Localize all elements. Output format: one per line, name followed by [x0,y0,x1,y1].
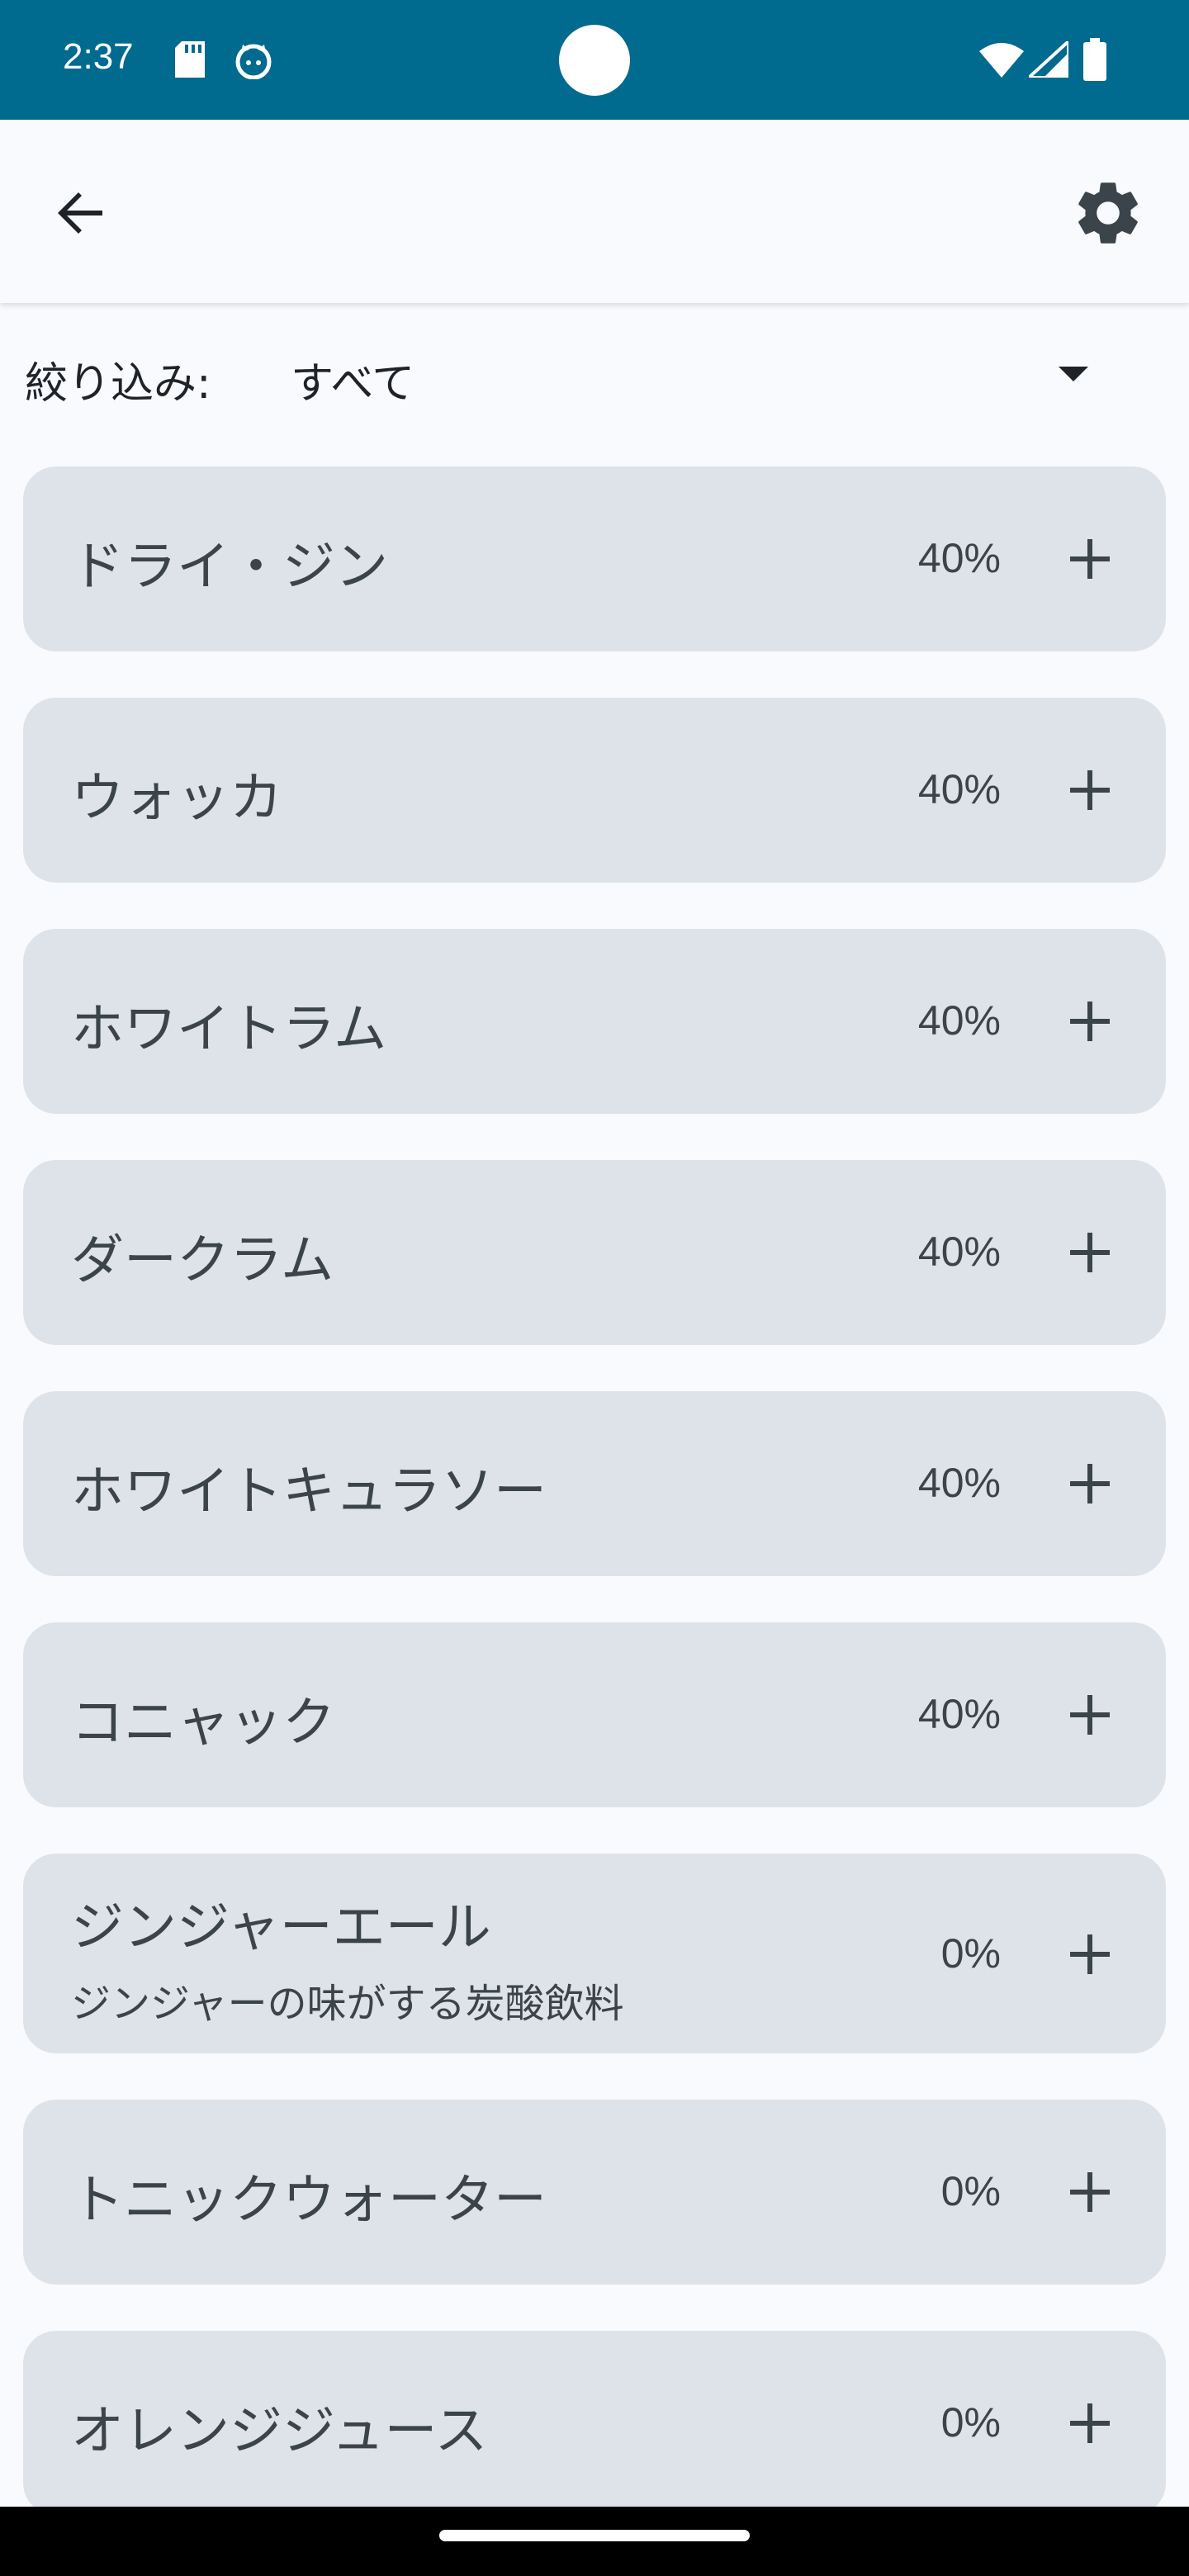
ingredient-name: ウォッカ [71,768,282,829]
ingredient-abv: 40% [917,766,1001,812]
ingredient-card[interactable]: ジンジャーエール ジンジャーの味がする炭酸飲料 0% [23,1854,1166,2053]
sd-card-icon [175,41,205,81]
add-button[interactable] [1060,992,1120,1051]
ingredient-description: ジンジャーの味がする炭酸飲料 [71,1981,624,2027]
ingredient-name: コニャック [71,1693,335,1754]
navigation-bar [0,2507,1189,2576]
battery-icon [1083,38,1106,84]
filter-selected-value[interactable]: すべて [291,348,414,410]
plus-icon [1070,1002,1110,1041]
plus-icon [1070,2403,1110,2443]
gear-icon [1078,182,1138,244]
plus-icon [1070,770,1110,810]
status-time: 2:37 [63,36,134,77]
plus-icon [1070,1233,1110,1272]
ingredient-abv: 0% [940,2168,1001,2214]
ingredient-card[interactable]: ダークラム 40% [23,1160,1166,1345]
plus-icon [1070,1695,1110,1735]
ingredient-name: ダークラム [71,1230,334,1291]
camera-cutout [559,25,630,96]
add-button[interactable] [1060,1454,1120,1513]
plus-icon [1070,539,1110,579]
cat-icon [234,41,272,83]
ingredient-abv: 0% [940,2399,1001,2446]
ingredient-abv: 0% [940,1930,1001,1977]
ingredient-name: ジンジャーエール [71,1897,491,1958]
signal-icon [1024,37,1070,81]
ingredient-abv: 40% [917,1691,1001,1737]
ingredient-name: トニックウォーター [71,2170,547,2231]
add-button[interactable] [1060,2162,1120,2222]
ingredient-card[interactable]: ホワイトキュラソー 40% [23,1391,1166,1576]
add-button[interactable] [1060,1685,1120,1745]
home-gesture-handle[interactable] [439,2530,750,2541]
ingredient-card[interactable]: ドライ・ジン 40% [23,466,1166,651]
add-button[interactable] [1060,2394,1120,2453]
settings-button[interactable] [1070,175,1146,251]
filter-label: 絞り込み: [25,359,211,409]
wifi-icon [979,43,1024,81]
back-button[interactable] [43,175,119,251]
filter-row[interactable]: 絞り込み: すべて [0,330,1189,421]
add-button[interactable] [1060,1925,1120,1984]
arrow-left-icon [58,192,102,234]
ingredient-name: ホワイトキュラソー [71,1461,547,1522]
add-button[interactable] [1060,1223,1120,1282]
ingredient-card[interactable]: ホワイトラム 40% [23,929,1166,1114]
ingredient-card[interactable]: ウォッカ 40% [23,698,1166,883]
status-bar: 2:37 [0,0,1189,120]
ingredient-abv: 40% [917,535,1001,581]
plus-icon [1070,1934,1110,1974]
plus-icon [1070,1464,1110,1503]
app-bar [0,120,1189,303]
ingredient-name: ホワイトラム [71,999,387,1060]
ingredient-abv: 40% [917,1460,1001,1506]
caret-down-icon[interactable] [1057,365,1090,386]
ingredient-name: オレンジジュース [71,2401,488,2462]
ingredient-abv: 40% [917,1229,1001,1275]
add-button[interactable] [1060,529,1120,589]
ingredient-card[interactable]: コニャック 40% [23,1622,1166,1807]
ingredient-abv: 40% [917,997,1001,1044]
plus-icon [1070,2172,1110,2212]
add-button[interactable] [1060,760,1120,820]
ingredient-card[interactable]: オレンジジュース 0% [23,2331,1166,2516]
ingredient-name: ドライ・ジン [71,537,388,598]
ingredient-card[interactable]: トニックウォーター 0% [23,2100,1166,2285]
